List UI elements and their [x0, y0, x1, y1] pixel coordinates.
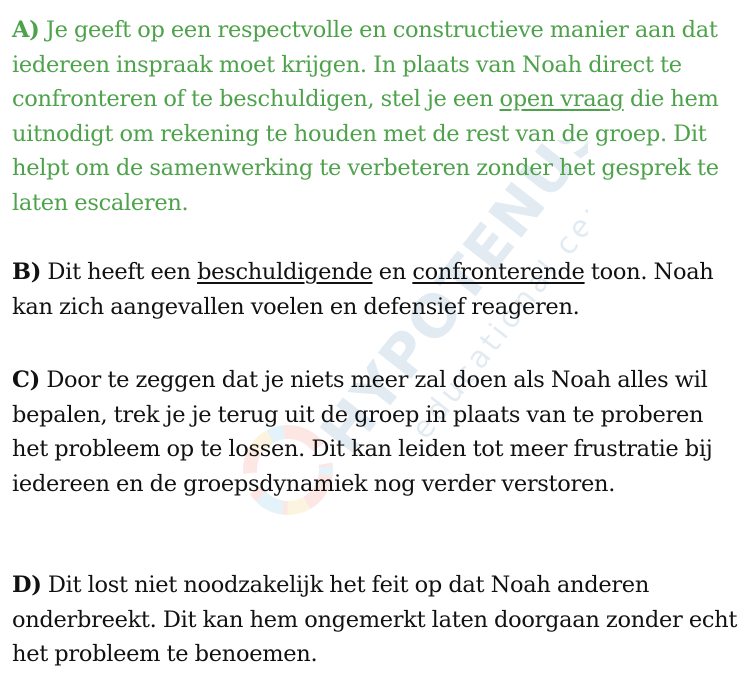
- answer-d-letter: D): [12, 572, 42, 598]
- answer-a: A) Je geeft op een respectvolle en const…: [12, 13, 742, 221]
- answer-c: C) Door te zeggen dat je niets meer zal …: [12, 363, 742, 501]
- answer-b-underline-2: confronterende: [412, 259, 585, 285]
- answer-a-letter: A): [12, 17, 40, 43]
- answer-d: D) Dit lost niet noodzakelijk het feit o…: [12, 568, 742, 672]
- answer-d-text-1: Dit lost niet noodzakelijk het feit op d…: [12, 572, 738, 668]
- answer-b-text-2: en: [372, 259, 413, 285]
- answer-c-text-1: Door te zeggen dat je niets meer zal doe…: [12, 367, 713, 497]
- answer-b-underline-1: beschuldigende: [197, 259, 373, 285]
- answer-c-letter: C): [12, 367, 40, 393]
- answer-b-letter: B): [12, 259, 42, 285]
- answer-b-text-1: Dit heeft een: [41, 259, 198, 285]
- answer-a-underline-1: open vraag: [499, 86, 624, 113]
- answer-b: B) Dit heeft een beschuldigende en confr…: [12, 255, 742, 324]
